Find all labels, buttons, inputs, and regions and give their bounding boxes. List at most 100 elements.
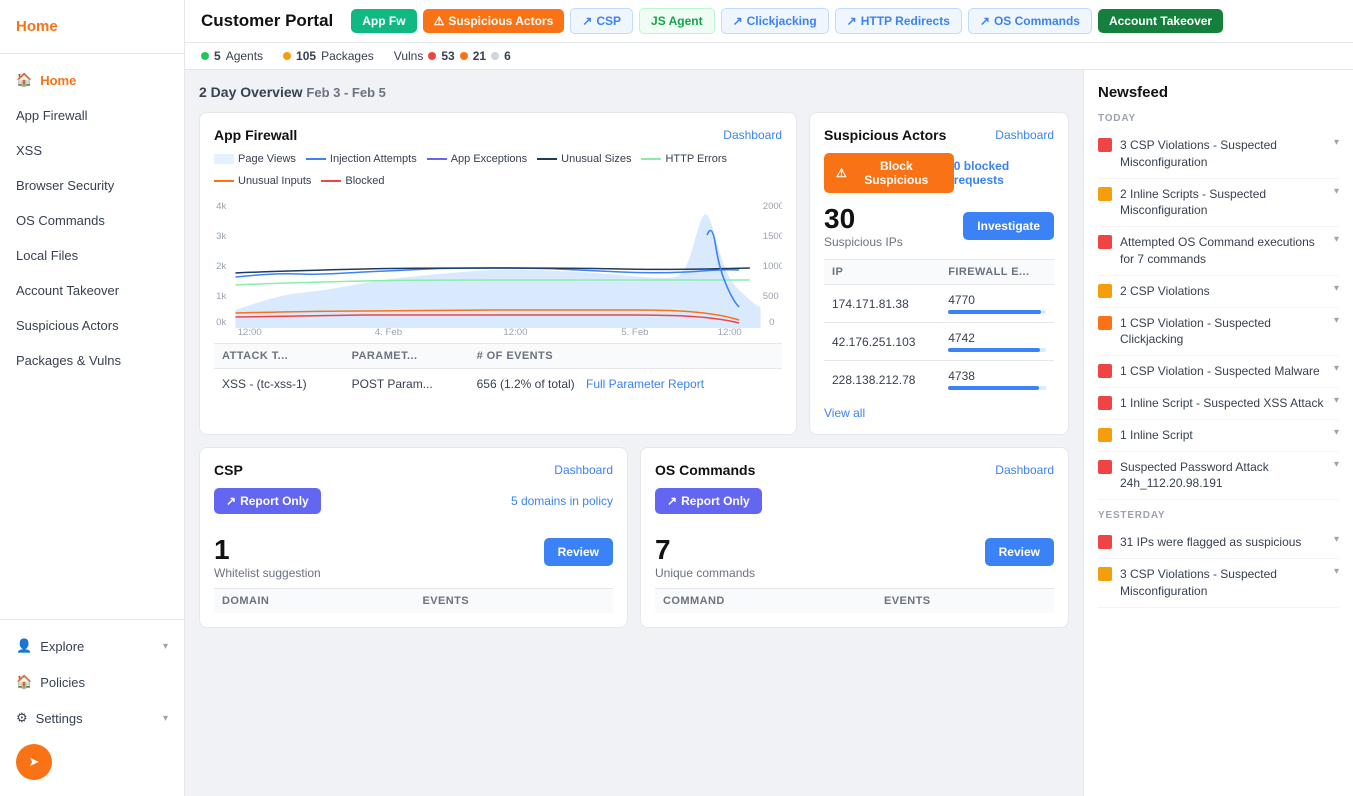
fab-button[interactable]: ➤ <box>16 744 52 780</box>
sidebar-bottom: 👤 Explore ▾ 🏠 Policies ⚙ Settings ▾ ➤ <box>0 619 184 796</box>
tab-suspicious-actors[interactable]: ⚠ Suspicious Actors <box>423 9 565 33</box>
newsfeed-item[interactable]: 1 CSP Violation - Suspected Clickjacking… <box>1098 308 1339 357</box>
attack-type-col: ATTACK T... <box>214 344 344 369</box>
newsfeed-item[interactable]: 2 Inline Scripts - Suspected Misconfigur… <box>1098 179 1339 228</box>
account-takeover-label: Account Takeover <box>16 283 119 298</box>
events-cell: 656 (1.2% of total) Full Parameter Repor… <box>469 369 782 400</box>
sidebar-item-account-takeover[interactable]: Account Takeover <box>0 273 184 308</box>
tab-http-redirects[interactable]: ↗ HTTP Redirects <box>835 8 962 34</box>
newsfeed-icon <box>1098 364 1112 378</box>
app-firewall-dashboard-link[interactable]: Dashboard <box>723 128 782 142</box>
domain-events-col: EVENTS <box>414 589 613 614</box>
firewall-events-col: FIREWALL E... <box>940 260 1054 285</box>
csp-report-button[interactable]: ↗ Report Only <box>214 488 321 514</box>
agents-dot <box>201 52 209 60</box>
block-suspicious-button[interactable]: ⚠ Block Suspicious <box>824 153 954 193</box>
sidebar-item-local-files[interactable]: Local Files <box>0 238 184 273</box>
sidebar-logo: Home <box>0 0 184 54</box>
sidebar-item-xss[interactable]: XSS <box>0 133 184 168</box>
sidebar-item-settings[interactable]: ⚙ Settings ▾ <box>0 700 184 736</box>
suspicious-actors-header: Suspicious Actors Dashboard <box>824 127 1054 143</box>
sidebar-item-explore[interactable]: 👤 Explore ▾ <box>0 628 184 664</box>
tab-js-agent[interactable]: JS Agent <box>639 8 715 34</box>
ip-cell: 228.138.212.78 <box>824 361 940 399</box>
tab-clickjacking[interactable]: ↗ Clickjacking <box>721 8 829 34</box>
legend-blocked: Blocked <box>321 175 384 187</box>
sidebar-item-packages-vulns[interactable]: Packages & Vulns <box>0 343 184 378</box>
svg-text:3k: 3k <box>216 231 227 241</box>
sidebar-item-home[interactable]: 🏠 Home <box>0 62 184 98</box>
csp-dashboard-link[interactable]: Dashboard <box>554 463 613 477</box>
newsfeed-item[interactable]: 1 Inline Script - Suspected XSS Attack ▾ <box>1098 388 1339 420</box>
csp-policy-link[interactable]: 5 domains in policy <box>511 494 613 508</box>
newsfeed-icon <box>1098 428 1112 442</box>
statusbar: 5 Agents 105 Packages Vulns 53 21 6 <box>185 43 1353 70</box>
browser-security-label: Browser Security <box>16 178 114 193</box>
svg-text:4k: 4k <box>216 201 227 211</box>
sidebar-nav: 🏠 Home App Firewall XSS Browser Security… <box>0 54 184 619</box>
packages-vulns-label: Packages & Vulns <box>16 353 121 368</box>
app-firewall-chart: 4k 3k 2k 1k 0k 2000 1500 1000 500 0 <box>214 195 782 335</box>
sidebar-item-policies[interactable]: 🏠 Policies <box>0 664 184 700</box>
home-icon: 🏠 <box>16 72 32 88</box>
content: 2 Day Overview Feb 3 - Feb 5 App Firewal… <box>185 70 1353 796</box>
overview-header: 2 Day Overview Feb 3 - Feb 5 <box>199 84 1069 100</box>
explore-arrow-icon: ▾ <box>163 641 168 652</box>
sidebar-item-browser-security[interactable]: Browser Security <box>0 168 184 203</box>
sidebar-item-suspicious-actors[interactable]: Suspicious Actors <box>0 308 184 343</box>
newsfeed-title: Newsfeed <box>1098 84 1339 101</box>
newsfeed-icon <box>1098 235 1112 249</box>
suspicious-actors-title: Suspicious Actors <box>824 127 946 143</box>
csp-policy-row: ↗ Report Only 5 domains in policy <box>214 488 613 514</box>
tab-account-takeover[interactable]: Account Takeover <box>1098 9 1223 33</box>
legend-injection: Injection Attempts <box>306 153 417 165</box>
chevron-down-icon: ▾ <box>1334 534 1339 545</box>
tab-app-fw[interactable]: App Fw <box>351 9 416 33</box>
csp-review-button[interactable]: Review <box>544 538 613 566</box>
full-parameter-report-link[interactable]: Full Parameter Report <box>586 377 704 391</box>
http-arrow-icon: ↗ <box>847 14 857 28</box>
newsfeed-item[interactable]: Suspected Password Attack 24h_112.20.98.… <box>1098 452 1339 501</box>
newsfeed-text: Attempted OS Command executions for 7 co… <box>1120 234 1326 268</box>
sidebar-item-os-commands[interactable]: OS Commands <box>0 203 184 238</box>
investigate-button[interactable]: Investigate <box>963 212 1054 240</box>
chevron-down-icon: ▾ <box>1334 283 1339 294</box>
view-all-link[interactable]: View all <box>824 406 865 420</box>
newsfeed-text: 1 CSP Violation - Suspected Clickjacking <box>1120 315 1326 349</box>
os-review-button[interactable]: Review <box>985 538 1054 566</box>
local-files-label: Local Files <box>16 248 78 263</box>
newsfeed-text: 3 CSP Violations - Suspected Misconfigur… <box>1120 137 1326 171</box>
os-report-button[interactable]: ↗ Report Only <box>655 488 762 514</box>
newsfeed-item[interactable]: 1 CSP Violation - Suspected Malware ▾ <box>1098 356 1339 388</box>
newsfeed-icon <box>1098 535 1112 549</box>
ip-table-row: 228.138.212.78 4738 <box>824 361 1054 399</box>
newsfeed-icon <box>1098 284 1112 298</box>
newsfeed-item[interactable]: 3 CSP Violations - Suspected Misconfigur… <box>1098 559 1339 608</box>
page-title: Customer Portal <box>201 11 333 31</box>
newsfeed-text: 1 Inline Script <box>1120 427 1326 444</box>
attack-type-cell: XSS - (tc-xss-1) <box>214 369 344 400</box>
chevron-down-icon: ▾ <box>1334 427 1339 438</box>
legend-page-views: Page Views <box>214 153 296 165</box>
newsfeed-icon <box>1098 567 1112 581</box>
warning-icon: ⚠ <box>434 14 445 28</box>
newsfeed-item[interactable]: 1 Inline Script ▾ <box>1098 420 1339 452</box>
chevron-down-icon: ▾ <box>1334 186 1339 197</box>
tab-os-commands[interactable]: ↗ OS Commands <box>968 8 1092 34</box>
home-link[interactable]: Home <box>16 18 58 35</box>
settings-icon: ⚙ <box>16 710 28 726</box>
page-views-legend-color <box>214 154 234 164</box>
csp-title: CSP <box>214 462 243 478</box>
os-commands-dashboard-link[interactable]: Dashboard <box>995 463 1054 477</box>
newsfeed-item[interactable]: 3 CSP Violations - Suspected Misconfigur… <box>1098 130 1339 179</box>
newsfeed-item[interactable]: 31 IPs were flagged as suspicious ▾ <box>1098 527 1339 559</box>
http-errors-legend-color <box>641 158 661 160</box>
newsfeed-item[interactable]: Attempted OS Command executions for 7 co… <box>1098 227 1339 276</box>
sidebar-item-app-firewall[interactable]: App Firewall <box>0 98 184 133</box>
parameter-cell: POST Param... <box>344 369 469 400</box>
newsfeed-today-items: 3 CSP Violations - Suspected Misconfigur… <box>1098 130 1339 500</box>
blocked-requests-badge: 0 blocked requests <box>954 159 1054 187</box>
suspicious-actors-dashboard-link[interactable]: Dashboard <box>995 128 1054 142</box>
tab-csp[interactable]: ↗ CSP <box>570 8 633 34</box>
newsfeed-item[interactable]: 2 CSP Violations ▾ <box>1098 276 1339 308</box>
